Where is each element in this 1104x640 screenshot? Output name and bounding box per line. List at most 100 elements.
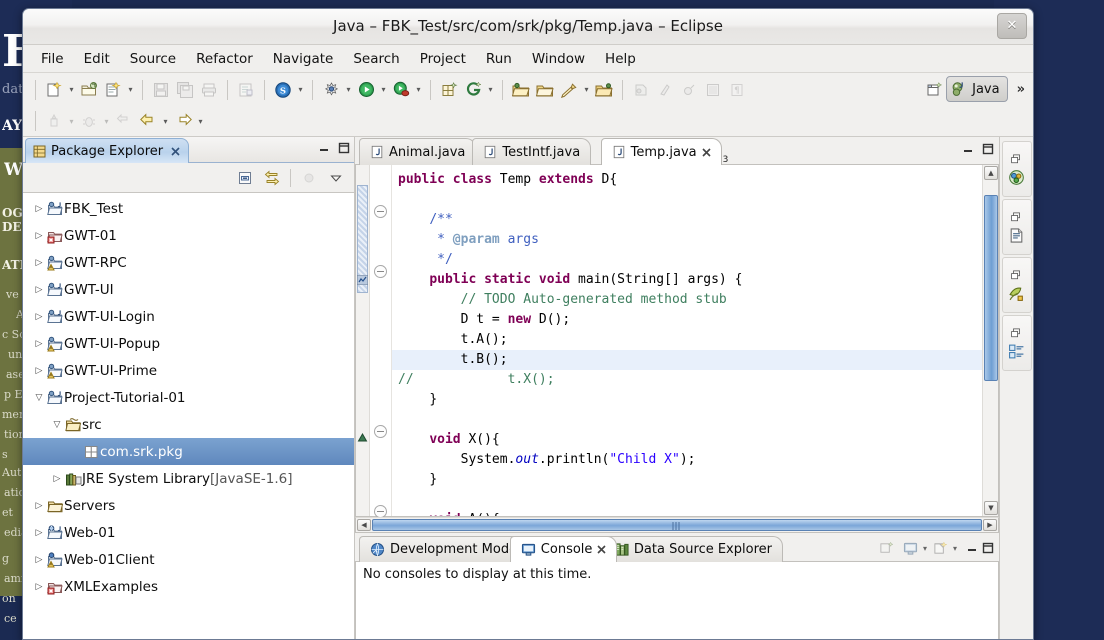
open-perspective-icon[interactable]	[922, 77, 946, 101]
open-folder-icon[interactable]	[509, 78, 533, 102]
editor-vertical-scrollbar[interactable]: ▲ ▼	[982, 165, 998, 516]
run-external-dropdown-icon[interactable]: ▾	[413, 78, 424, 102]
code-line[interactable]	[392, 490, 982, 510]
scroll-down-arrow-icon[interactable]: ▼	[984, 501, 998, 515]
editor-horizontal-scrollbar[interactable]: ◀ ▶	[355, 517, 999, 533]
twisty-collapsed-icon[interactable]: ▷	[31, 312, 47, 322]
tree-item-gwt-ui-prime[interactable]: ▷ GWT-UI-Prime	[23, 357, 354, 384]
scroll-up-arrow-icon[interactable]: ▲	[984, 166, 998, 180]
twisty-collapsed-icon[interactable]: ▷	[49, 474, 65, 484]
new-gwt-module-icon[interactable]	[461, 78, 485, 102]
twisty-expanded-icon[interactable]: ▽	[31, 393, 47, 403]
code-line[interactable]: void A(){	[392, 510, 982, 516]
menu-source[interactable]: Source	[120, 48, 186, 70]
tree-item-web-01client[interactable]: ▷ Web-01Client	[23, 546, 354, 573]
tree-item-gwt-ui-popup[interactable]: ▷ GWT-UI-Popup	[23, 330, 354, 357]
tree-item-jre-system-library[interactable]: ▷ JRE System Library [JavaSE-1.6]	[23, 465, 354, 492]
console-tab-console[interactable]: Console	[509, 536, 618, 562]
restore-icon[interactable]	[1010, 210, 1023, 223]
code-line[interactable]: }	[392, 390, 982, 410]
twisty-collapsed-icon[interactable]: ▷	[31, 366, 47, 376]
menu-file[interactable]: File	[31, 48, 74, 70]
tree-item-xmlexamples[interactable]: ▷ XMLExamples	[23, 573, 354, 600]
twisty-collapsed-icon[interactable]: ▷	[31, 204, 47, 214]
collapse-all-icon[interactable]	[233, 167, 257, 189]
toolbar-overflow-icon[interactable]: »	[1017, 82, 1025, 97]
menu-window[interactable]: Window	[522, 48, 595, 70]
code-line[interactable]	[392, 410, 982, 430]
console-tab-data-source-explorer[interactable]: Data Source Explorer	[602, 536, 783, 562]
new-console-view-icon[interactable]	[877, 539, 897, 557]
code-line[interactable]: /**	[392, 210, 982, 230]
run-dropdown-icon[interactable]: ▾	[378, 78, 389, 102]
back-history-icon[interactable]	[136, 109, 160, 133]
new-java-class-dropdown-icon[interactable]: ▾	[125, 78, 136, 102]
tree-item-src[interactable]: ▽ src	[23, 411, 354, 438]
maximize-icon[interactable]	[982, 143, 994, 155]
code-line[interactable]: */	[392, 250, 982, 270]
maximize-icon[interactable]	[982, 542, 994, 554]
editor-tab-temp-java[interactable]: Temp.java	[600, 138, 722, 165]
tree-item-fbk-test[interactable]: ▷ FBK_Test	[23, 195, 354, 222]
maximize-icon[interactable]	[337, 141, 350, 154]
twisty-collapsed-icon[interactable]: ▷	[31, 528, 47, 538]
tree-item-gwt-ui[interactable]: ▷ GWT-UI	[23, 276, 354, 303]
close-icon[interactable]	[702, 147, 711, 157]
open-console-dropdown-icon[interactable]: ▾	[953, 544, 957, 553]
fastview-outline[interactable]	[1001, 141, 1032, 197]
code-line[interactable]: t.A();	[392, 330, 982, 350]
display-selected-console-dropdown-icon[interactable]: ▾	[923, 544, 927, 553]
tree-item-gwt-rpc[interactable]: ▷ GWT-RPC	[23, 249, 354, 276]
code-line[interactable]: }	[392, 470, 982, 490]
menu-project[interactable]: Project	[410, 48, 476, 70]
new-annotation-icon[interactable]	[42, 109, 66, 133]
title-bar[interactable]: Java – FBK_Test/src/com/srk/pkg/Temp.jav…	[23, 9, 1033, 45]
tab-package-explorer[interactable]: Package Explorer	[25, 138, 190, 163]
new-java-class-icon[interactable]	[101, 78, 125, 102]
fastview-snippets[interactable]	[1001, 257, 1032, 313]
code-line[interactable]: public class Temp extends D{	[392, 170, 982, 190]
display-selected-console-icon[interactable]	[901, 539, 921, 557]
last-edit-icon[interactable]	[677, 78, 701, 102]
link-with-editor-icon[interactable]	[260, 167, 284, 189]
fold-collapse-icon[interactable]	[374, 425, 387, 438]
code-line[interactable]	[392, 190, 982, 210]
tree-item-project-tutorial-01[interactable]: ▽ Project-Tutorial-01	[23, 384, 354, 411]
editor-tab-testintf-java[interactable]: TestIntf.java	[472, 138, 592, 165]
forward-history-icon[interactable]	[171, 109, 195, 133]
restore-icon[interactable]	[1010, 326, 1023, 339]
code-line[interactable]: void X(){	[392, 430, 982, 450]
previous-annotation-icon[interactable]	[653, 78, 677, 102]
console-output[interactable]: No consoles to display at this time.	[355, 562, 999, 639]
save-icon[interactable]	[149, 78, 173, 102]
open-console-icon[interactable]	[931, 539, 951, 557]
close-icon[interactable]	[597, 545, 606, 554]
code-line[interactable]: public static void main(String[] args) {	[392, 270, 982, 290]
annotation-ruler[interactable]	[356, 165, 370, 516]
close-button[interactable]: ✕	[997, 13, 1027, 39]
new-java-element-icon[interactable]	[234, 78, 258, 102]
twisty-collapsed-icon[interactable]: ▷	[31, 285, 47, 295]
debug-icon[interactable]	[319, 78, 343, 102]
twisty-collapsed-icon[interactable]: ▷	[31, 231, 47, 241]
menu-search[interactable]: Search	[343, 48, 409, 70]
minimize-icon[interactable]	[317, 141, 330, 154]
minimize-icon[interactable]	[962, 143, 974, 155]
tree-item-web-01[interactable]: ▷ Web-01	[23, 519, 354, 546]
fold-collapse-icon[interactable]	[374, 205, 387, 218]
open-type-icon[interactable]: S	[271, 78, 295, 102]
code-editor-text[interactable]: public class Temp extends D{ /** * @para…	[392, 165, 982, 516]
print-icon[interactable]	[197, 78, 221, 102]
scroll-right-arrow-icon[interactable]: ▶	[983, 519, 997, 531]
tree-item-gwt-ui-login[interactable]: ▷ GWT-UI-Login	[23, 303, 354, 330]
menu-refactor[interactable]: Refactor	[186, 48, 263, 70]
open-resource-icon[interactable]	[533, 78, 557, 102]
run-icon[interactable]	[354, 78, 378, 102]
back-history-dropdown-icon[interactable]: ▾	[160, 109, 171, 133]
next-annotation-icon[interactable]	[629, 78, 653, 102]
open-type-dropdown-icon[interactable]: ▾	[295, 78, 306, 102]
focus-on-active-task-icon[interactable]	[297, 167, 321, 189]
debug-dropdown-icon[interactable]: ▾	[343, 78, 354, 102]
menu-help[interactable]: Help	[595, 48, 646, 70]
restore-icon[interactable]	[1010, 152, 1023, 165]
